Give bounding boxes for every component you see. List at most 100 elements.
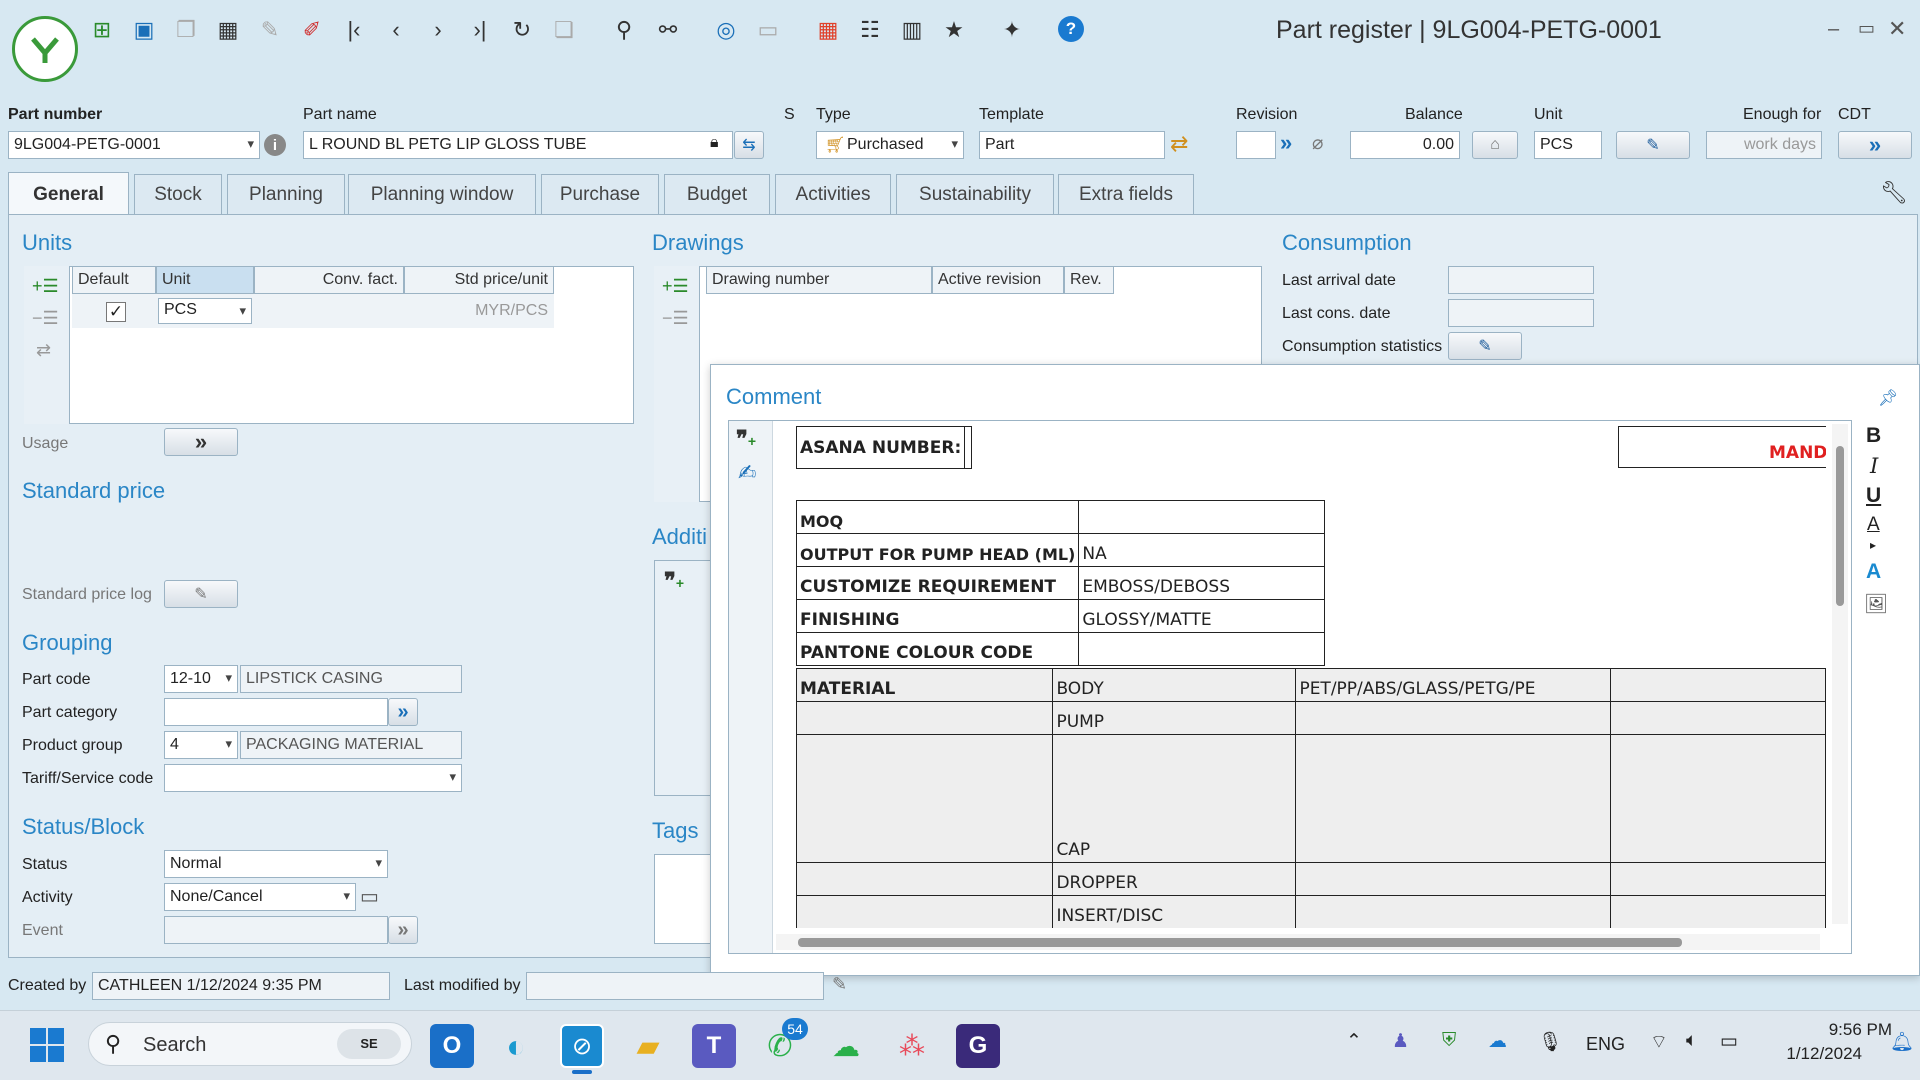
drawings-add-icon[interactable]: +☰ [662, 276, 689, 297]
help-icon[interactable]: ? [1058, 16, 1084, 42]
units-col-conv[interactable]: Conv. fact. [254, 266, 404, 294]
paste-icon[interactable]: ❏ [550, 16, 578, 44]
tray-time[interactable]: 9:56 PM [1796, 1020, 1892, 1040]
start-button[interactable] [30, 1028, 64, 1062]
outlook-icon[interactable]: O [430, 1024, 474, 1068]
unit-select[interactable]: PCS [158, 298, 252, 324]
taskbar-search[interactable]: ⚲ Search SE [88, 1022, 412, 1066]
comment-bubble-icon[interactable]: ▭ [360, 884, 379, 909]
tray-shield-icon[interactable]: ⛨ [1442, 1030, 1456, 1052]
add-row-icon[interactable]: +☰ [32, 276, 59, 297]
horizontal-scrollbar[interactable] [776, 934, 1820, 950]
tray-mic-icon[interactable]: 🎙︎ [1538, 1030, 1562, 1054]
search-icon[interactable]: ⚲ [610, 16, 638, 44]
warehouse-button[interactable]: ⌂ [1472, 131, 1518, 159]
drawings-col-rev[interactable]: Rev. [1064, 266, 1114, 294]
italic-button[interactable]: I [1870, 454, 1878, 478]
prev-record-icon[interactable]: ‹ [382, 16, 410, 44]
tray-onedrive-icon[interactable]: ☁ [1488, 1030, 1507, 1053]
info-icon[interactable]: i [264, 134, 286, 156]
tab-sustainability[interactable]: Sustainability [896, 174, 1054, 214]
tray-date[interactable]: 1/12/2024 [1766, 1044, 1862, 1064]
drawings-col-active-revision[interactable]: Active revision [932, 266, 1064, 294]
drawings-remove-icon[interactable]: −☰ [662, 308, 689, 329]
wechat-icon[interactable]: ☁ [824, 1024, 868, 1068]
save-icon[interactable]: ▣ [130, 16, 158, 44]
additional-quote-icon[interactable]: ❞+ [664, 568, 684, 594]
restore-button[interactable]: ▭ [1858, 18, 1875, 39]
tariff-select[interactable] [164, 764, 462, 792]
next-record-icon[interactable]: › [424, 16, 452, 44]
part-category-button[interactable]: » [388, 698, 418, 726]
first-record-icon[interactable]: |‹ [340, 16, 368, 44]
pantone-value[interactable] [1078, 632, 1326, 666]
tray-teams-icon[interactable]: ♟ [1392, 1030, 1409, 1053]
part-number-field[interactable]: 9LG004-PETG-0001 [8, 131, 260, 159]
drawings-col-number[interactable]: Drawing number [706, 266, 932, 294]
paperclip-icon[interactable]: ⌀ [1312, 132, 1323, 155]
more-format-icon[interactable]: ▸ [1870, 538, 1876, 552]
cap-extra[interactable] [1609, 734, 1826, 863]
refresh-icon[interactable]: ↻ [508, 16, 536, 44]
bookmark-icon[interactable]: ▥ [898, 16, 926, 44]
tab-purchase[interactable]: Purchase [541, 174, 659, 214]
vertical-scrollbar[interactable] [1832, 424, 1848, 924]
plug-icon[interactable]: ✦ [998, 16, 1026, 44]
event-button[interactable]: » [388, 916, 418, 944]
status-select[interactable]: Normal [164, 850, 388, 878]
insert-quote-icon[interactable]: ❞+ [736, 426, 756, 452]
insert-extra[interactable] [1609, 895, 1826, 928]
cap-value[interactable] [1295, 734, 1611, 863]
finishing-value[interactable]: GLOSSY/MATTE [1078, 599, 1326, 633]
revision-forward-icon[interactable]: » [1280, 130, 1292, 156]
tab-planning[interactable]: Planning [227, 174, 345, 214]
wrench-icon[interactable]: 🔧︎ [1880, 180, 1908, 206]
minimize-button[interactable]: – [1828, 18, 1839, 41]
signature-icon[interactable]: ✍︎ [738, 460, 756, 486]
tags-panel[interactable] [654, 854, 714, 944]
pump-extra[interactable] [1609, 701, 1826, 735]
product-group-select[interactable]: 4 [164, 731, 238, 759]
highlight-button[interactable]: A [1866, 560, 1881, 584]
close-button[interactable]: ✕ [1888, 16, 1906, 42]
customize-value[interactable]: EMBOSS/DEBOSS [1078, 566, 1326, 600]
cdt-button[interactable]: » [1838, 131, 1912, 159]
body-extra[interactable] [1609, 668, 1826, 702]
link-icon[interactable]: ⚯ [654, 16, 682, 44]
asana-icon[interactable]: ⁂ [890, 1024, 934, 1068]
insert-image-icon[interactable]: 🖼︎ [1864, 592, 1888, 616]
star-icon[interactable]: ★ [940, 16, 968, 44]
move-row-icon[interactable]: ⇄ [36, 340, 51, 361]
remove-row-icon[interactable]: −☰ [32, 308, 59, 329]
notification-bell-icon[interactable]: 🔔︎ [1890, 1030, 1914, 1054]
tab-budget[interactable]: Budget [664, 174, 770, 214]
horizontal-scroll-thumb[interactable] [798, 938, 1682, 947]
gamma-app-icon[interactable]: G [956, 1024, 1000, 1068]
font-color-button[interactable]: A [1867, 514, 1880, 536]
tab-extra-fields[interactable]: Extra fields [1058, 174, 1194, 214]
tab-stock[interactable]: Stock [134, 174, 222, 214]
edge-icon[interactable]: ◐ [494, 1024, 538, 1068]
footer-edit-icon[interactable]: ✎ [832, 974, 847, 995]
pin-icon[interactable]: 📌︎ [1878, 388, 1898, 408]
part-name-field[interactable]: L ROUND BL PETG LIP GLOSS TUBE [303, 131, 733, 159]
vertical-scroll-thumb[interactable] [1836, 446, 1844, 606]
eraser-icon[interactable]: ✐ [298, 16, 326, 44]
body-value[interactable]: PET/PP/ABS/GLASS/PETG/PE [1295, 668, 1611, 702]
apps-grid-icon[interactable]: ▦ [814, 16, 842, 44]
template-field[interactable]: Part [979, 131, 1165, 159]
units-col-default[interactable]: Default [72, 266, 156, 294]
part-code-select[interactable]: 12-10 [164, 665, 238, 693]
tab-general[interactable]: General [8, 172, 129, 216]
dropper-value[interactable] [1295, 862, 1611, 896]
moq-value[interactable] [1078, 500, 1326, 534]
units-col-std-price[interactable]: Std price/unit [404, 266, 554, 294]
teams-icon[interactable]: T [692, 1024, 736, 1068]
output-value[interactable]: NA [1078, 533, 1326, 567]
app-logo[interactable] [12, 16, 78, 82]
erp-app-icon[interactable]: ⊘ [560, 1024, 604, 1068]
window-icon[interactable]: ▭ [754, 16, 782, 44]
tray-language[interactable]: ENG [1586, 1034, 1625, 1055]
type-select[interactable]: 🛒︎ Purchased [816, 131, 964, 159]
pump-value[interactable] [1295, 701, 1611, 735]
